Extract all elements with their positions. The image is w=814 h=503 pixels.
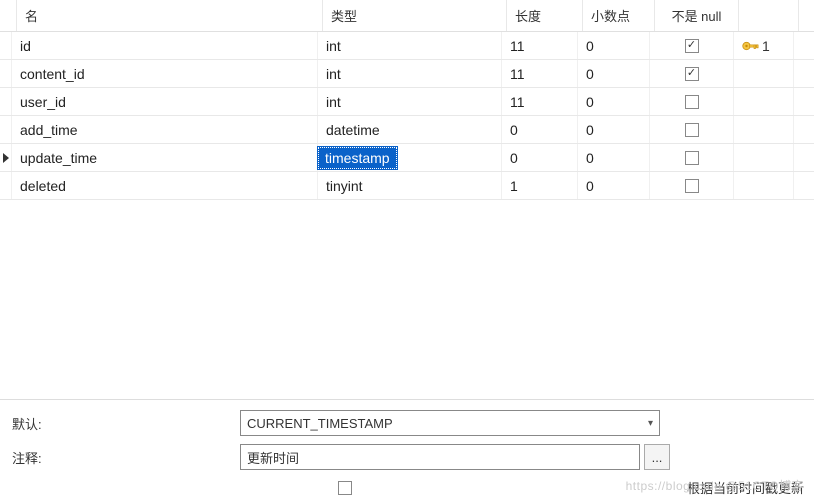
cell-name[interactable]: add_time [12, 116, 318, 143]
default-value: CURRENT_TIMESTAMP [247, 416, 393, 431]
table-empty-area[interactable] [0, 200, 814, 400]
row-marker [0, 144, 12, 171]
cell-notnull[interactable] [650, 144, 734, 171]
table-row[interactable]: user_idint110 [0, 88, 814, 116]
table-row[interactable]: add_timedatetime00 [0, 116, 814, 144]
chevron-down-icon: ▾ [648, 418, 653, 429]
row-marker [0, 172, 12, 199]
row-marker [0, 32, 12, 59]
cell-type[interactable]: int [318, 60, 502, 87]
cell-decimals[interactable]: 0 [578, 116, 650, 143]
cell-type[interactable]: datetime [318, 116, 502, 143]
header-name[interactable]: 名 [17, 0, 323, 31]
header-decimals[interactable]: 小数点 [583, 0, 655, 31]
notnull-checkbox[interactable] [685, 123, 699, 137]
cell-notnull[interactable] [650, 172, 734, 199]
cell-notnull[interactable] [650, 32, 734, 59]
header-marker [0, 0, 17, 31]
cell-decimals[interactable]: 0 [578, 144, 650, 171]
header-length[interactable]: 长度 [507, 0, 583, 31]
table-row[interactable]: deletedtinyint10 [0, 172, 814, 200]
notnull-checkbox[interactable] [685, 151, 699, 165]
cell-type[interactable]: int [318, 88, 502, 115]
cell-key[interactable] [734, 88, 794, 115]
default-label: 默认: [10, 414, 240, 433]
type-selected-editor[interactable]: timestamp [318, 147, 397, 169]
cell-name[interactable]: update_time [12, 144, 318, 171]
row-marker [0, 60, 12, 87]
cell-length[interactable]: 1 [502, 172, 578, 199]
notnull-checkbox[interactable] [685, 179, 699, 193]
active-row-arrow-icon [3, 153, 9, 163]
notnull-checkbox[interactable] [685, 39, 699, 53]
cell-decimals[interactable]: 0 [578, 60, 650, 87]
cell-length[interactable]: 11 [502, 32, 578, 59]
cell-name[interactable]: content_id [12, 60, 318, 87]
cell-key[interactable]: 1 [734, 32, 794, 59]
cell-key[interactable] [734, 144, 794, 171]
cell-key[interactable] [734, 172, 794, 199]
cell-key[interactable] [734, 116, 794, 143]
notnull-checkbox[interactable] [685, 95, 699, 109]
onupdate-checkbox[interactable] [338, 481, 352, 495]
cell-length[interactable]: 11 [502, 60, 578, 87]
header-key [739, 0, 799, 31]
cell-length[interactable]: 11 [502, 88, 578, 115]
default-dropdown[interactable]: CURRENT_TIMESTAMP ▾ [240, 410, 660, 436]
cell-notnull[interactable] [650, 88, 734, 115]
table-header: 名 类型 长度 小数点 不是 null [0, 0, 814, 32]
comment-more-button[interactable]: ... [644, 444, 670, 470]
comment-value: 更新时间 [247, 448, 299, 467]
comment-input[interactable]: 更新时间 [240, 444, 640, 470]
primary-key-icon: 1 [742, 38, 770, 54]
table-row[interactable]: idint110 1 [0, 32, 814, 60]
key-index: 1 [762, 38, 770, 54]
notnull-checkbox[interactable] [685, 67, 699, 81]
cell-type[interactable]: tinyint [318, 172, 502, 199]
cell-name[interactable]: user_id [12, 88, 318, 115]
header-type[interactable]: 类型 [323, 0, 507, 31]
header-notnull[interactable]: 不是 null [655, 0, 739, 31]
table-row[interactable]: update_timetimestamp 00 [0, 144, 814, 172]
comment-label: 注释: [10, 448, 240, 467]
cell-type[interactable]: int [318, 32, 502, 59]
columns-table: 名 类型 长度 小数点 不是 null idint1101content_idi… [0, 0, 814, 200]
cell-decimals[interactable]: 0 [578, 172, 650, 199]
cell-type[interactable]: timestamp [318, 144, 502, 171]
row-marker [0, 88, 12, 115]
cell-length[interactable]: 0 [502, 144, 578, 171]
cell-name[interactable]: deleted [12, 172, 318, 199]
cell-key[interactable] [734, 60, 794, 87]
cell-length[interactable]: 0 [502, 116, 578, 143]
cell-notnull[interactable] [650, 60, 734, 87]
cell-decimals[interactable]: 0 [578, 32, 650, 59]
cell-decimals[interactable]: 0 [578, 88, 650, 115]
cell-notnull[interactable] [650, 116, 734, 143]
watermark-text: https://blog.csdn @51CTO博客 [626, 477, 804, 494]
table-row[interactable]: content_idint110 [0, 60, 814, 88]
cell-name[interactable]: id [12, 32, 318, 59]
row-marker [0, 116, 12, 143]
